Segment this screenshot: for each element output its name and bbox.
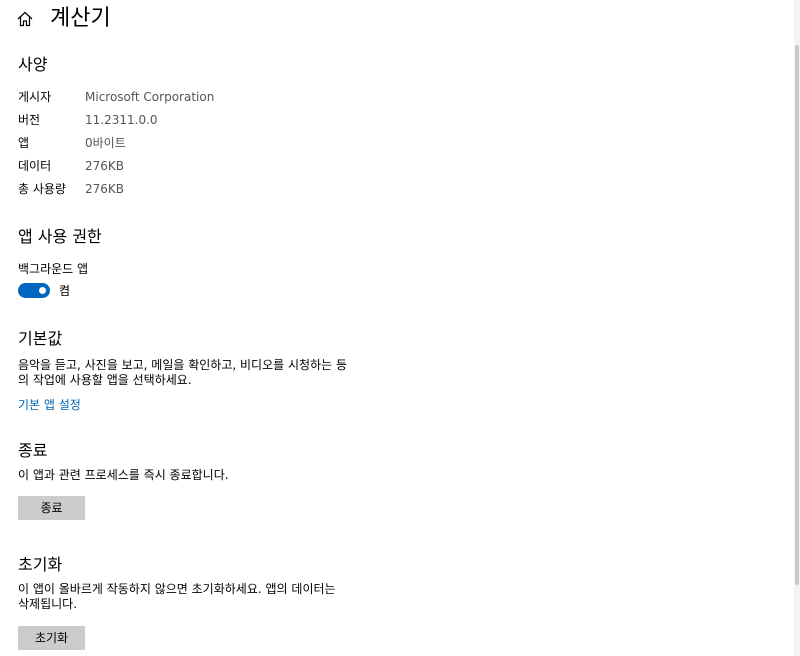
app-settings-page: 계산기 사양 게시자 Microsoft Corporation 버전 11.2…	[0, 0, 800, 656]
reset-section-title: 초기화	[18, 555, 63, 574]
terminate-section-title: 종료	[18, 441, 48, 460]
spec-label: 게시자	[18, 90, 52, 104]
scrollbar[interactable]	[794, 0, 800, 656]
toggle-state-label: 켬	[59, 284, 71, 298]
spec-value: 276KB	[85, 182, 125, 196]
header: 계산기	[0, 0, 780, 40]
spec-value: 276KB	[85, 159, 125, 173]
toggle-knob	[39, 287, 46, 294]
terminate-description: 이 앱과 관련 프로세스를 즉시 종료합니다.	[18, 468, 229, 482]
reset-description-line2: 삭제됩니다.	[18, 597, 78, 611]
background-app-toggle[interactable]	[18, 283, 50, 298]
spec-value: 11.2311.0.0	[85, 113, 158, 127]
terminate-button[interactable]: 종료	[18, 496, 85, 520]
reset-button[interactable]: 초기화	[18, 626, 85, 650]
page-title: 계산기	[50, 6, 111, 31]
spec-value: Microsoft Corporation	[85, 90, 215, 104]
permissions-section-title: 앱 사용 권한	[18, 227, 102, 246]
spec-label: 총 사용량	[18, 182, 66, 196]
scrollbar-thumb[interactable]	[795, 45, 799, 585]
spec-value: 0바이트	[85, 136, 126, 150]
home-icon[interactable]	[16, 10, 34, 28]
defaults-description-line2: 의 작업에 사용할 앱을 선택하세요.	[18, 373, 192, 387]
spec-label: 앱	[18, 136, 30, 150]
defaults-section-title: 기본값	[18, 329, 63, 348]
specs-section-title: 사양	[18, 55, 48, 74]
reset-description-line1: 이 앱이 올바르게 작동하지 않으면 초기화하세요. 앱의 데이터는	[18, 582, 336, 596]
spec-label: 버전	[18, 113, 41, 127]
spec-label: 데이터	[18, 159, 52, 173]
default-apps-link[interactable]: 기본 앱 설정	[18, 397, 81, 413]
defaults-description-line1: 음악을 듣고, 사진을 보고, 메일을 확인하고, 비디오를 시청하는 등	[18, 358, 348, 372]
background-app-label: 백그라운드 앱	[18, 262, 89, 276]
